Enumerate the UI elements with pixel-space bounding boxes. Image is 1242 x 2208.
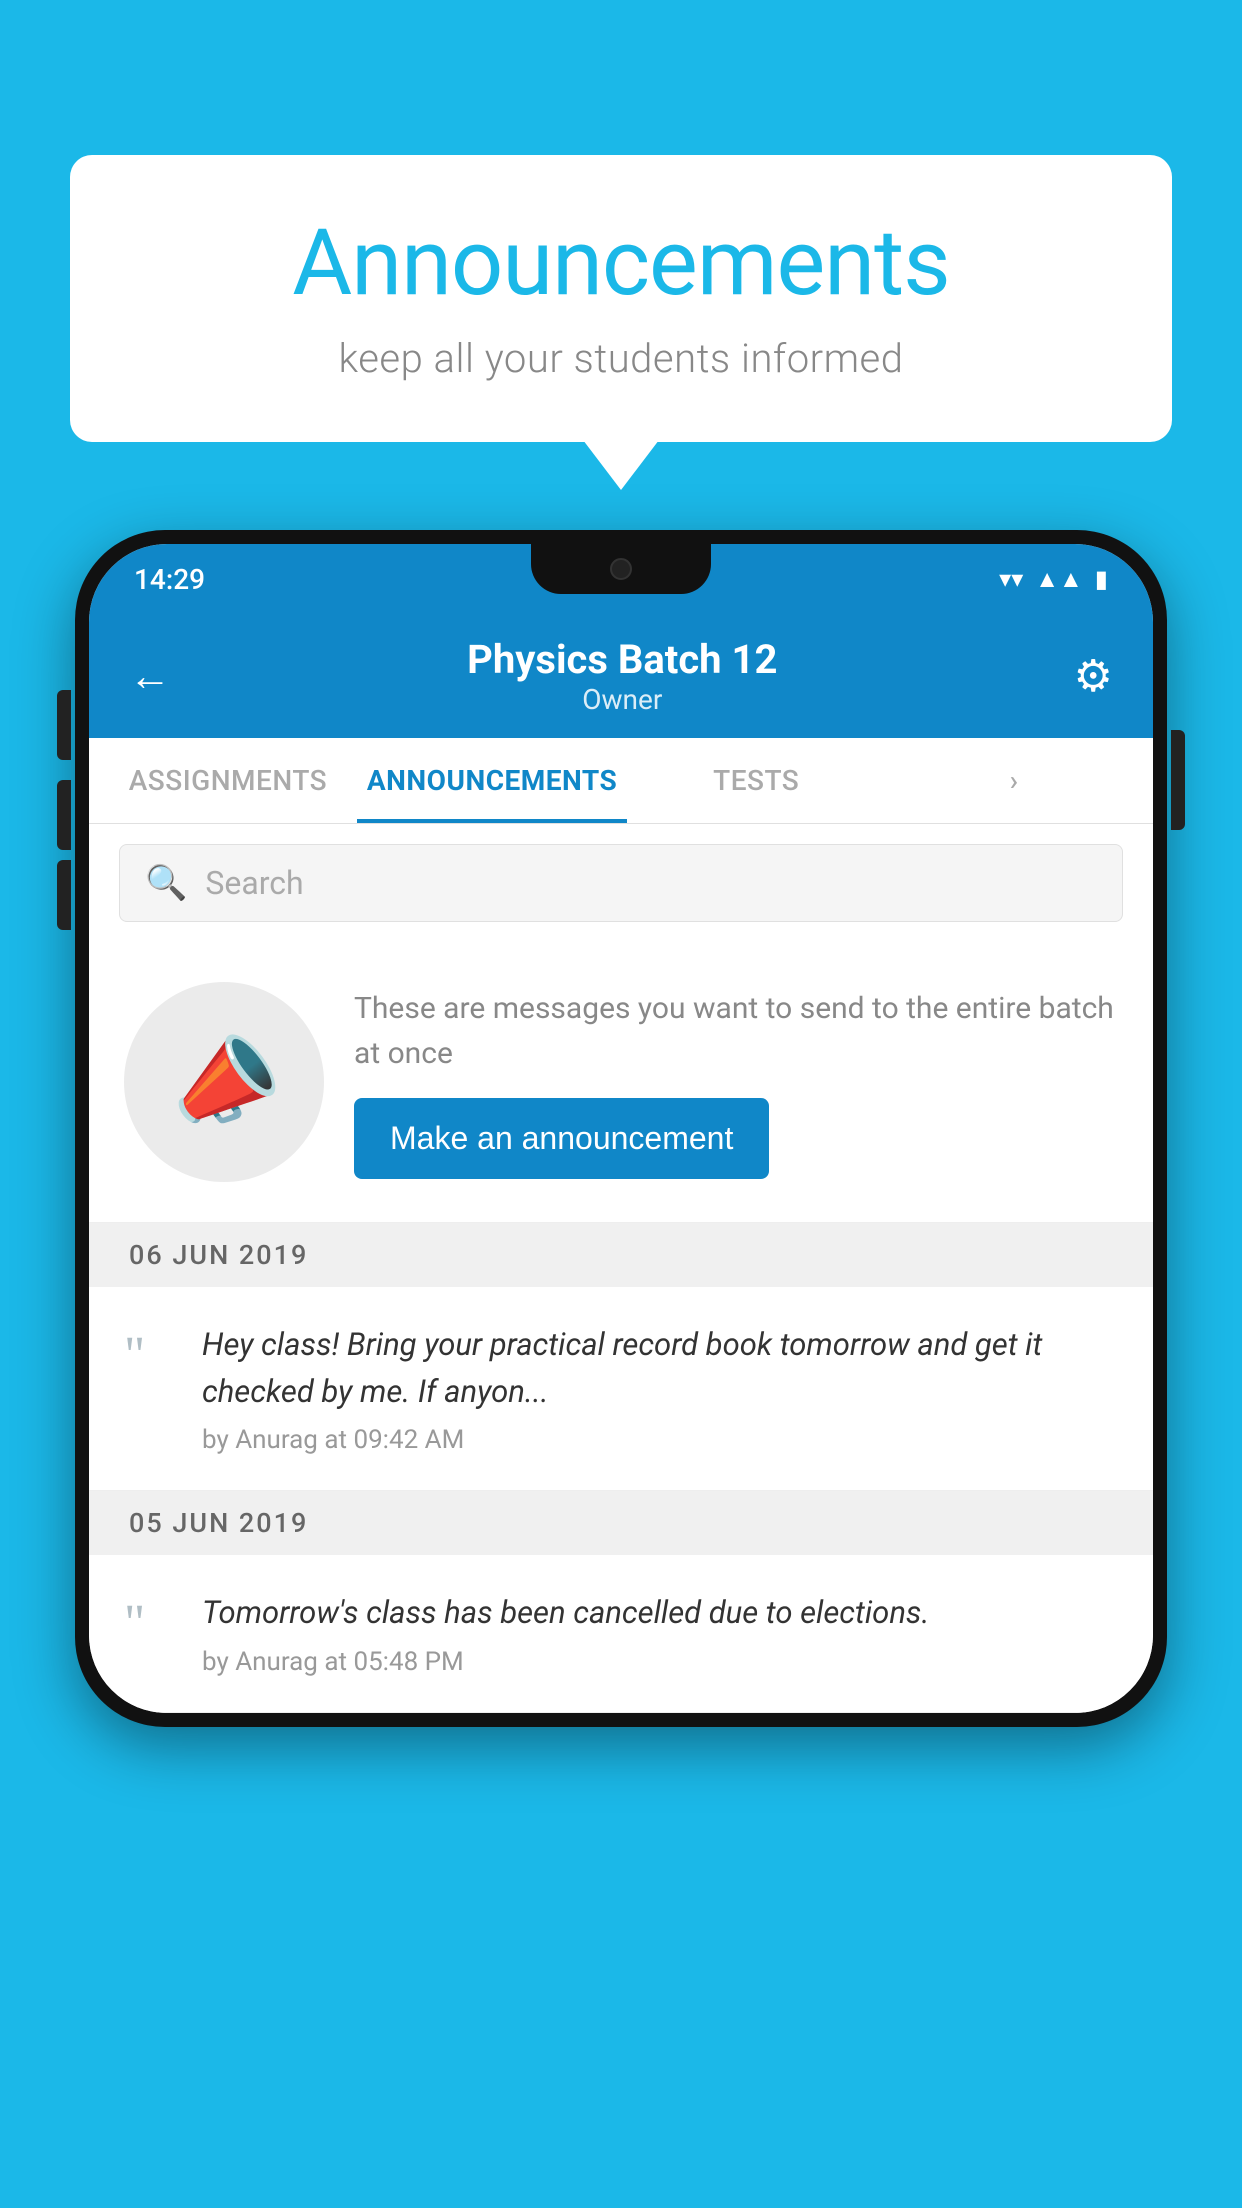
announcement-meta-1: by Anurag at 09:42 AM (202, 1425, 1118, 1455)
announcement-content-2: Tomorrow's class has been cancelled due … (202, 1590, 1118, 1677)
quote-icon-1: " (124, 1330, 174, 1382)
phone-side-button-left-2 (57, 780, 71, 850)
prompt-right: These are messages you want to send to t… (354, 986, 1118, 1179)
tab-assignments[interactable]: ASSIGNMENTS (99, 738, 357, 823)
tab-announcements[interactable]: ANNOUNCEMENTS (357, 738, 627, 823)
header-center: Physics Batch 12 Owner (467, 636, 777, 716)
status-bar: 14:29 ▾▾ ▲▲ ▮ (89, 544, 1153, 614)
phone-side-button-right (1171, 730, 1185, 830)
signal-icon: ▲▲ (1035, 565, 1083, 594)
phone-side-button-left-3 (57, 860, 71, 930)
phone-side-button-left-1 (57, 690, 71, 760)
phone-inner: 14:29 ▾▾ ▲▲ ▮ ← Physics Batch 12 Owner ⚙ (89, 544, 1153, 1713)
settings-icon[interactable]: ⚙ (1074, 650, 1113, 702)
speech-bubble: Announcements keep all your students inf… (70, 155, 1172, 442)
tab-more[interactable]: › (885, 738, 1143, 823)
announcement-item-1[interactable]: " Hey class! Bring your practical record… (89, 1287, 1153, 1491)
announcement-content-1: Hey class! Bring your practical record b… (202, 1322, 1118, 1455)
prompt-description: These are messages you want to send to t… (354, 986, 1118, 1076)
header-role: Owner (467, 683, 777, 716)
phone-outer: 14:29 ▾▾ ▲▲ ▮ ← Physics Batch 12 Owner ⚙ (75, 530, 1167, 1727)
back-button[interactable]: ← (129, 652, 171, 701)
date-divider-1: 06 JUN 2019 (89, 1223, 1153, 1287)
battery-icon: ▮ (1095, 565, 1108, 593)
search-container: 🔍 Search (89, 824, 1153, 942)
phone-wrapper: 14:29 ▾▾ ▲▲ ▮ ← Physics Batch 12 Owner ⚙ (75, 530, 1167, 2208)
announcement-text-2: Tomorrow's class has been cancelled due … (202, 1590, 1118, 1637)
speech-bubble-container: Announcements keep all your students inf… (70, 155, 1172, 442)
quote-icon-2: " (124, 1598, 174, 1650)
announcement-meta-2: by Anurag at 05:48 PM (202, 1647, 1118, 1677)
search-bar[interactable]: 🔍 Search (119, 844, 1123, 922)
notch-camera (610, 558, 632, 580)
wifi-icon: ▾▾ (999, 565, 1023, 593)
search-icon: 🔍 (145, 863, 187, 903)
tabs-bar: ASSIGNMENTS ANNOUNCEMENTS TESTS › (89, 738, 1153, 824)
tab-tests[interactable]: TESTS (627, 738, 885, 823)
prompt-icon-circle: 📣 (124, 982, 324, 1182)
announcement-prompt: 📣 These are messages you want to send to… (89, 942, 1153, 1223)
announcements-subtitle: keep all your students informed (130, 335, 1112, 382)
announcement-item-2[interactable]: " Tomorrow's class has been cancelled du… (89, 1555, 1153, 1713)
search-placeholder: Search (205, 864, 303, 902)
notch (531, 544, 711, 594)
make-announcement-button[interactable]: Make an announcement (354, 1098, 769, 1179)
status-time: 14:29 (134, 563, 205, 596)
status-icons: ▾▾ ▲▲ ▮ (999, 565, 1108, 594)
announcement-text-1: Hey class! Bring your practical record b… (202, 1322, 1118, 1415)
batch-title: Physics Batch 12 (467, 636, 777, 683)
announcements-title: Announcements (130, 210, 1112, 317)
megaphone-icon: 📣 (156, 1017, 291, 1147)
date-divider-2: 05 JUN 2019 (89, 1491, 1153, 1555)
app-header: ← Physics Batch 12 Owner ⚙ (89, 614, 1153, 738)
